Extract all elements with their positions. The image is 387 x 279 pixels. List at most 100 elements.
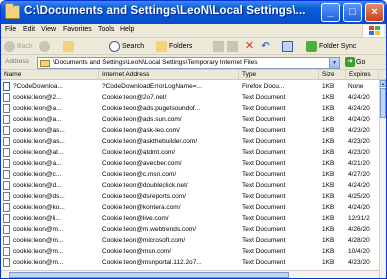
folder-sync-button[interactable]: Folder Sync	[306, 40, 356, 53]
up-folder-icon	[63, 40, 74, 52]
copy-to-icon[interactable]	[227, 41, 238, 52]
column-header-type[interactable]: Type	[239, 70, 319, 80]
back-label: Back	[17, 43, 33, 50]
text-document-icon	[3, 203, 10, 212]
search-button[interactable]: Search	[109, 40, 144, 53]
cell-expires: 4/24/20	[348, 105, 370, 112]
table-row[interactable]: cookie:leon@d... Cookie:leon@doubleclick.…	[1, 180, 379, 191]
explorer-window: C:\Documents and Settings\LeoN\Local Set…	[0, 0, 387, 279]
table-row[interactable]: cookie:leon@2... Cookie:leon@2o7.net/Text…	[1, 92, 379, 103]
chevron-down-icon[interactable]: ▼	[329, 58, 339, 68]
move-to-icon[interactable]	[213, 41, 224, 52]
menu-favorites[interactable]: Favorites	[63, 26, 92, 33]
forward-arrow-icon	[39, 40, 50, 52]
cell-type: Firefox Docu...	[242, 83, 285, 90]
text-document-icon	[3, 258, 10, 267]
cell-expires: 4/24/20	[348, 116, 370, 123]
table-row[interactable]: cookie:leon@a... Cookie:leon@ads.pugetsou…	[1, 103, 379, 114]
address-input[interactable]: \Documents and Settings\LeoN\Local Setti…	[37, 57, 340, 69]
cell-address: Cookie:leon@2o7.net/	[102, 94, 167, 101]
maximize-button[interactable]: □	[343, 3, 362, 22]
title-bar[interactable]: C:\Documents and Settings\LeoN\Local Set…	[1, 1, 386, 24]
close-button[interactable]: ×	[365, 3, 384, 22]
cell-size: 1KB	[322, 182, 335, 189]
menu-file[interactable]: File	[5, 26, 16, 33]
table-row[interactable]: cookie:leon@c... Cookie:leon@c.msn.com/Te…	[1, 169, 379, 180]
menu-bar: File Edit View Favorites Tools Help	[1, 24, 386, 38]
scroll-up-icon[interactable]: ▲	[380, 80, 386, 87]
firefox-document-icon	[3, 82, 10, 91]
cell-address: ?CodeDownloadErrorLogName=...	[102, 83, 202, 90]
text-document-icon	[3, 104, 10, 113]
cell-expires: 4/24/20	[348, 182, 370, 189]
text-document-icon	[3, 137, 10, 146]
cell-address: Cookie:leon@doubleclick.net/	[102, 182, 188, 189]
table-row[interactable]: cookie:leon@ds... Cookie:leon@dsreports.c…	[1, 191, 379, 202]
text-document-icon	[3, 181, 10, 190]
file-list[interactable]: Name Internet Address Type Size Expires …	[1, 70, 386, 278]
cell-address: Cookie:leon@askthebuilder.com/	[102, 138, 198, 145]
table-row[interactable]: cookie:leon@at... Cookie:leon@atdmt.com/T…	[1, 147, 379, 158]
back-arrow-icon	[4, 40, 15, 52]
cell-address: Cookie:leon@m.webtrends.com/	[102, 226, 197, 233]
cell-type: Text Document	[242, 259, 286, 266]
table-row[interactable]: cookie:leon@li... Cookie:leon@live.com/Te…	[1, 213, 379, 224]
cell-expires: 4/27/20	[348, 171, 370, 178]
vertical-scrollbar[interactable]: ▲	[379, 80, 386, 278]
minimize-button[interactable]: _	[321, 3, 340, 22]
cell-expires: 12/31/2	[348, 215, 370, 222]
folders-label: Folders	[169, 43, 193, 50]
table-row[interactable]: cookie:leon@m... Cookie:leon@msn.com/Text…	[1, 246, 379, 257]
menu-view[interactable]: View	[41, 26, 56, 33]
cell-name: cookie:leon@2...	[13, 94, 62, 101]
go-label: Go	[356, 59, 366, 66]
cell-type: Text Document	[242, 171, 286, 178]
table-row[interactable]: cookie:leon@as... Cookie:leon@askthebuild…	[1, 136, 379, 147]
table-row[interactable]: cookie:leon@a... Cookie:leon@avecber.com/…	[1, 158, 379, 169]
list-header: Name Internet Address Type Size Expires	[1, 70, 386, 80]
cell-type: Text Document	[242, 237, 286, 244]
column-header-internet-address[interactable]: Internet Address	[99, 70, 239, 80]
up-button[interactable]	[63, 40, 76, 53]
text-document-icon	[3, 93, 10, 102]
cell-type: Text Document	[242, 193, 286, 200]
cell-size: 1KB	[322, 259, 335, 266]
undo-icon[interactable]: ↶	[260, 41, 271, 52]
delete-icon[interactable]: ✕	[244, 41, 255, 52]
cell-size: 1KB	[322, 193, 335, 200]
address-value: \Documents and Settings\LeoN\Local Setti…	[53, 59, 258, 66]
cell-size: 1KB	[322, 116, 335, 123]
menu-tools[interactable]: Tools	[98, 26, 114, 33]
scroll-thumb[interactable]	[380, 88, 386, 118]
folders-button[interactable]: Folders	[156, 40, 192, 53]
column-header-size[interactable]: Size	[319, 70, 346, 80]
folder-icon	[5, 3, 20, 19]
cell-size: 1KB	[322, 160, 335, 167]
menu-help[interactable]: Help	[120, 26, 134, 33]
column-header-expires[interactable]: Expires	[346, 70, 379, 80]
address-bar: Address \Documents and Settings\LeoN\Loc…	[1, 55, 386, 70]
table-row[interactable]: cookie:leon@a... Cookie:leon@ads.sun.com/…	[1, 114, 379, 125]
cell-expires: 4/24/20	[348, 94, 370, 101]
views-icon[interactable]	[282, 41, 293, 52]
table-row[interactable]: cookie:leon@m... Cookie:leon@m.webtrends.…	[1, 224, 379, 235]
table-row[interactable]: cookie:leon@m... Cookie:leon@microsoft.co…	[1, 235, 379, 246]
table-row[interactable]: cookie:leon@m... Cookie:leon@msnportal.11…	[1, 257, 379, 268]
cell-size: 1KB	[322, 94, 335, 101]
column-header-name[interactable]: Name	[1, 70, 99, 80]
cell-address: Cookie:leon@dsreports.com/	[102, 193, 186, 200]
cell-size: 1KB	[322, 226, 335, 233]
go-button[interactable]: ➜ Go	[345, 57, 365, 69]
table-row[interactable]: ?CodeDownloa... ?CodeDownloadErrorLogName…	[1, 81, 379, 92]
horizontal-scroll-thumb[interactable]	[9, 272, 289, 278]
table-row[interactable]: cookie:leon@as... Cookie:leon@ask-leo.com…	[1, 125, 379, 136]
text-document-icon	[3, 159, 10, 168]
back-button[interactable]: Back	[4, 40, 33, 53]
forward-button[interactable]	[39, 40, 52, 53]
menu-edit[interactable]: Edit	[23, 26, 35, 33]
cell-name: cookie:leon@as...	[13, 127, 65, 134]
horizontal-scrollbar[interactable]	[1, 270, 379, 278]
table-row[interactable]: cookie:leon@ko... Cookie:leon@kontera.com…	[1, 202, 379, 213]
cell-address: Cookie:leon@c.msn.com/	[102, 171, 177, 178]
cell-address: Cookie:leon@ads.pugetsoundof...	[102, 105, 201, 112]
